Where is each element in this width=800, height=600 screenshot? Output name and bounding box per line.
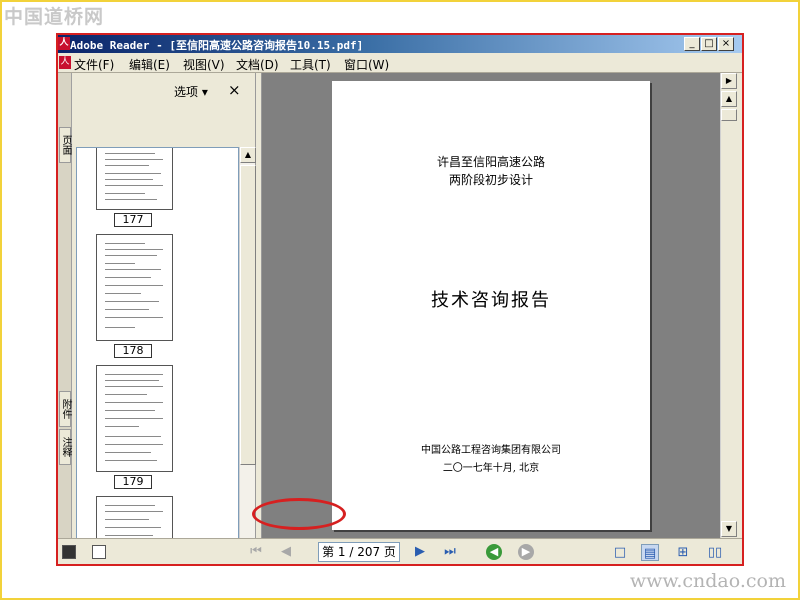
title-bar[interactable]: 人 Adobe Reader - [至信阳高速公路咨询报告10.15.pdf] … [58,35,742,53]
doc-subtitle-2: 两阶段初步设计 [448,173,533,187]
facing-pages-button[interactable]: ⊞ [674,544,692,561]
next-page-button[interactable]: ▶ [412,544,428,560]
menu-bar: 人 文件(F) 编辑(E) 视图(V) 文档(D) 工具(T) 窗口(W) [58,53,742,73]
arrow-right-icon: ▶ [725,76,733,85]
window-title: Adobe Reader - [至信阳高速公路咨询报告10.15.pdf] [70,39,364,52]
facing-pages-icon: ⊞ [677,545,689,560]
maximize-icon: □ [704,38,714,49]
scroll-up-button[interactable]: ▲ [240,147,256,163]
menu-tools[interactable]: 工具(T) [290,56,331,73]
pdf-page: 许昌至信阳高速公路 两阶段初步设计 技术咨询报告 中国公路工程咨询集团有限公司 … [332,81,650,530]
panel-close-button[interactable]: × [228,81,241,99]
doc-date: 二〇一七年十月, 北京 [442,463,540,474]
scroll-down-button[interactable]: ▼ [721,521,737,537]
last-page-button[interactable]: ⏭ [442,544,458,560]
menu-window[interactable]: 窗口(W) [344,56,389,73]
arrow-up-icon: ▲ [725,94,733,103]
doc-title: 技术咨询报告 [431,290,551,311]
maximize-button[interactable]: □ [701,37,717,51]
previous-page-icon: ◀ [281,544,291,559]
watermark-bottom: www.cndao.com [629,570,786,592]
forward-arrow-icon: ▶ [521,545,531,558]
single-page-button[interactable]: □ [611,544,629,561]
go-forward-button[interactable]: ▶ [518,544,534,560]
reader-window: 人 Adobe Reader - [至信阳高速公路咨询报告10.15.pdf] … [58,35,742,564]
scroll-right-button[interactable]: ▶ [721,73,737,89]
fit-page-icon[interactable] [62,545,76,559]
page-layout-icon[interactable] [92,545,106,559]
tab-attachments[interactable]: 附件 [59,391,71,427]
document-scrollbar[interactable]: ▶ ▲ ▼ [720,73,737,538]
scroll-up-button[interactable]: ▲ [721,91,737,107]
continuous-facing-button[interactable]: ▯▯ [706,544,724,561]
last-page-icon: ⏭ [444,544,456,559]
minimize-icon: _ [689,38,695,49]
page-thumbnail[interactable] [96,234,173,341]
menu-edit[interactable]: 编辑(E) [129,56,170,73]
menu-view[interactable]: 视图(V) [183,56,225,73]
first-page-button[interactable]: ⏮ [248,544,264,560]
close-button[interactable]: × [718,37,734,51]
thumbnail-list[interactable]: 177 178 179 [76,147,239,555]
previous-page-button[interactable]: ◀ [278,544,294,560]
watermark-top: 中国道桥网 [4,6,105,28]
page-thumbnail[interactable] [96,365,173,472]
thumbnail-label[interactable]: 179 [114,475,152,489]
nav-tab-strip: 页面 附件 注释 [58,73,72,538]
thumbnail-label[interactable]: 178 [114,344,152,358]
thumbnail-label[interactable]: 177 [114,213,152,227]
tab-comments[interactable]: 注释 [59,429,71,465]
menu-document[interactable]: 文档(D) [236,56,279,73]
go-back-button[interactable]: ◀ [486,544,502,560]
status-bar: ⏮ ◀ 第 1 / 207 页 ▶ ⏭ ◀ ▶ □ ▤ ⊞ ▯▯ [58,538,742,564]
single-page-icon: □ [613,545,627,560]
scroll-thumb[interactable] [721,109,737,121]
close-icon: × [721,38,731,49]
thumbnail-scrollbar[interactable]: ▲ ▼ [239,147,256,555]
menu-file[interactable]: 文件(F) [74,56,114,73]
back-arrow-icon: ◀ [489,545,499,558]
continuous-facing-icon: ▯▯ [707,545,723,560]
document-view[interactable]: 许昌至信阳高速公路 两阶段初步设计 技术咨询报告 中国公路工程咨询集团有限公司 … [262,73,720,538]
next-page-icon: ▶ [415,544,425,559]
document-icon[interactable]: 人 [59,56,71,69]
options-menu-button[interactable]: 选项 ▾ [174,83,208,100]
tab-pages[interactable]: 页面 [59,127,71,163]
page-thumbnail[interactable] [96,148,173,210]
navigation-panel: 页面 附件 注释 选项 ▾ × 177 178 179 ▲ [58,73,256,555]
scroll-thumb[interactable] [240,165,256,465]
arrow-down-icon: ▼ [725,524,733,533]
page-number-field[interactable]: 第 1 / 207 页 [318,542,400,562]
page-indicator-highlight [252,498,346,530]
continuous-view-button[interactable]: ▤ [641,544,659,561]
doc-organization: 中国公路工程咨询集团有限公司 [421,445,561,456]
continuous-page-icon: ▤ [643,546,657,561]
minimize-button[interactable]: _ [684,37,700,51]
first-page-icon: ⏮ [250,544,262,559]
doc-subtitle-1: 许昌至信阳高速公路 [436,155,545,169]
arrow-up-icon: ▲ [244,150,252,159]
adobe-reader-icon[interactable]: 人 [58,37,70,50]
